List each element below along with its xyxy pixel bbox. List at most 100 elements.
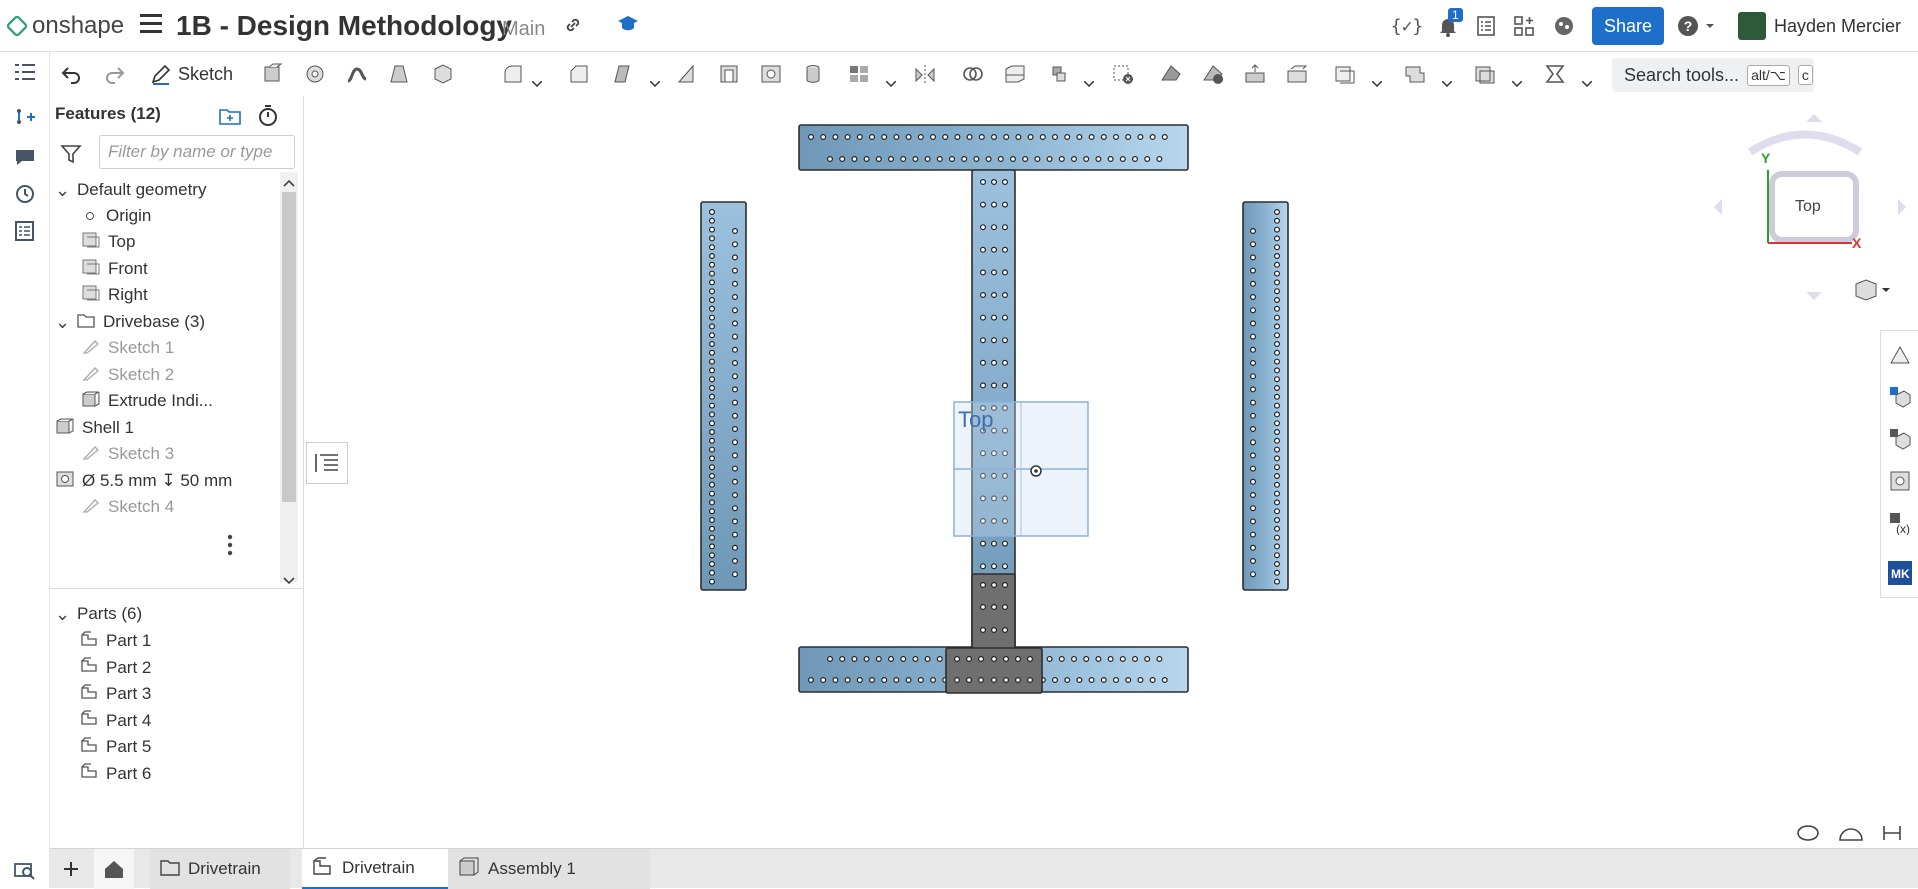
- part-top-rail[interactable]: [798, 124, 1189, 171]
- mass-properties-icon[interactable]: [1888, 469, 1912, 493]
- chevron-down-icon[interactable]: [885, 74, 897, 92]
- feature-filter-input[interactable]: Filter by name or type: [99, 135, 295, 169]
- mkcad-app-icon[interactable]: MK: [1888, 561, 1912, 585]
- transform-icon[interactable]: [1046, 62, 1072, 86]
- cylinder-icon[interactable]: [800, 62, 826, 86]
- add-folder-icon[interactable]: [218, 106, 242, 131]
- split-icon[interactable]: [1002, 62, 1028, 86]
- add-tab-button[interactable]: [56, 849, 86, 889]
- chevron-down-icon[interactable]: [1441, 74, 1453, 92]
- sketch-icon: [82, 365, 100, 386]
- chevron-down-icon[interactable]: ⌄: [55, 605, 70, 623]
- variables-panel-icon[interactable]: [12, 104, 38, 130]
- scroll-up-icon[interactable]: [283, 174, 295, 192]
- link-icon[interactable]: [562, 14, 584, 36]
- bom-icon[interactable]: [12, 218, 38, 244]
- shell-icon[interactable]: [716, 62, 742, 86]
- search-parts-icon[interactable]: [12, 858, 38, 884]
- share-button[interactable]: Share: [1592, 7, 1664, 45]
- sweep-icon[interactable]: [344, 62, 370, 86]
- filter-icon[interactable]: [60, 144, 82, 169]
- move-face-icon[interactable]: [1242, 62, 1268, 86]
- chamfer-icon[interactable]: [566, 62, 592, 86]
- variables-icon[interactable]: {✓}: [1391, 14, 1424, 38]
- onshape-logo[interactable]: onshape: [5, 12, 124, 40]
- chevron-down-icon[interactable]: ⌄: [55, 313, 70, 331]
- boolean-icon[interactable]: [960, 62, 986, 86]
- part-gray-plate[interactable]: [945, 647, 1043, 694]
- rib-icon[interactable]: [674, 62, 700, 86]
- fillet-icon[interactable]: [500, 62, 526, 86]
- chevron-down-icon[interactable]: [1083, 74, 1095, 92]
- home-icon[interactable]: [94, 849, 134, 889]
- delete-part-icon[interactable]: [1110, 62, 1136, 86]
- plane-icon[interactable]: [1332, 62, 1358, 86]
- branch-label[interactable]: Main: [502, 18, 545, 41]
- part-left-rail[interactable]: [700, 201, 747, 591]
- appearance-icon[interactable]: [1888, 343, 1912, 367]
- measure-tool-icon[interactable]: [1880, 824, 1904, 844]
- thicken-icon[interactable]: [430, 62, 456, 86]
- pattern-icon[interactable]: [846, 62, 872, 86]
- sheet-metal-icon[interactable]: [1402, 62, 1428, 86]
- view-options-icon[interactable]: [1852, 278, 1892, 307]
- measure-icon[interactable]: [1542, 62, 1568, 86]
- section-view-icon[interactable]: [1888, 427, 1912, 451]
- svg-text:MK: MK: [1891, 567, 1910, 581]
- learning-center-icon[interactable]: [616, 12, 640, 36]
- curvature-icon[interactable]: [1838, 824, 1864, 844]
- part-item[interactable]: Part 6: [50, 758, 282, 790]
- extrude-icon[interactable]: [260, 62, 286, 86]
- sketch-icon: [82, 444, 100, 465]
- search-tools-input[interactable]: Search tools... alt/⌥ c: [1612, 58, 1814, 92]
- document-title[interactable]: 1B - Design Methodology: [176, 10, 512, 42]
- revolve-icon[interactable]: [302, 62, 328, 86]
- comments-icon[interactable]: [12, 144, 38, 170]
- chevron-down-icon[interactable]: [1511, 74, 1523, 92]
- chevron-down-icon[interactable]: [1371, 74, 1383, 92]
- chevron-down-icon[interactable]: [649, 74, 661, 92]
- delete-face-icon[interactable]: [1200, 62, 1226, 86]
- configuration-icon[interactable]: (x): [1888, 511, 1912, 536]
- feature-item-label: Drivebase (3): [103, 312, 206, 331]
- feature-item-sketch[interactable]: Sketch 4: [50, 491, 282, 523]
- undo-icon[interactable]: [58, 62, 84, 86]
- chevron-down-icon[interactable]: [1581, 74, 1593, 92]
- part-gray-block[interactable]: [971, 573, 1016, 655]
- tab-assembly[interactable]: Assembly 1: [448, 849, 650, 889]
- hole-icon[interactable]: [758, 62, 784, 86]
- rollback-timer-icon[interactable]: [257, 104, 279, 133]
- modify-fillet-icon[interactable]: [1158, 62, 1184, 86]
- feature-list-icon[interactable]: [12, 60, 38, 86]
- frame-icon[interactable]: [1472, 62, 1498, 86]
- history-icon[interactable]: [12, 180, 38, 206]
- ai-advisor-icon[interactable]: [1552, 14, 1576, 38]
- redo-icon[interactable]: [102, 62, 128, 86]
- help-icon[interactable]: ?: [1676, 14, 1716, 38]
- parts-display-icon[interactable]: [1888, 385, 1912, 409]
- notifications-bell-icon[interactable]: 1: [1434, 8, 1463, 40]
- replace-face-icon[interactable]: [1284, 62, 1310, 86]
- rendering-icon[interactable]: [1796, 824, 1820, 844]
- origin-marker[interactable]: [1030, 465, 1042, 477]
- app-store-icon[interactable]: [1512, 14, 1536, 38]
- top-bar: onshape 1B - Design Methodology Main {✓}…: [0, 0, 1918, 52]
- tab-label: Drivetrain: [188, 859, 261, 878]
- user-menu[interactable]: Hayden Mercier: [1738, 12, 1901, 40]
- part-right-rail[interactable]: [1242, 201, 1289, 591]
- mirror-icon[interactable]: [912, 62, 938, 86]
- chevron-down-icon[interactable]: [531, 74, 543, 88]
- scrollbar-thumb[interactable]: [282, 192, 296, 502]
- chevron-down-icon[interactable]: ⌄: [55, 181, 70, 199]
- loft-icon[interactable]: [386, 62, 412, 86]
- tasks-icon[interactable]: [1474, 14, 1498, 38]
- hamburger-menu-icon[interactable]: [140, 14, 162, 34]
- feature-item-label: Default geometry: [77, 180, 207, 199]
- top-plane[interactable]: Top: [953, 401, 1089, 537]
- sketch-button[interactable]: Sketch: [150, 60, 233, 88]
- more-options-icon[interactable]: [226, 534, 234, 561]
- tab-folder[interactable]: Drivetrain: [150, 849, 290, 889]
- graphics-viewport[interactable]: Top: [305, 96, 1880, 848]
- feature-item-label: Origin: [106, 206, 152, 225]
- draft-icon[interactable]: [608, 62, 634, 86]
